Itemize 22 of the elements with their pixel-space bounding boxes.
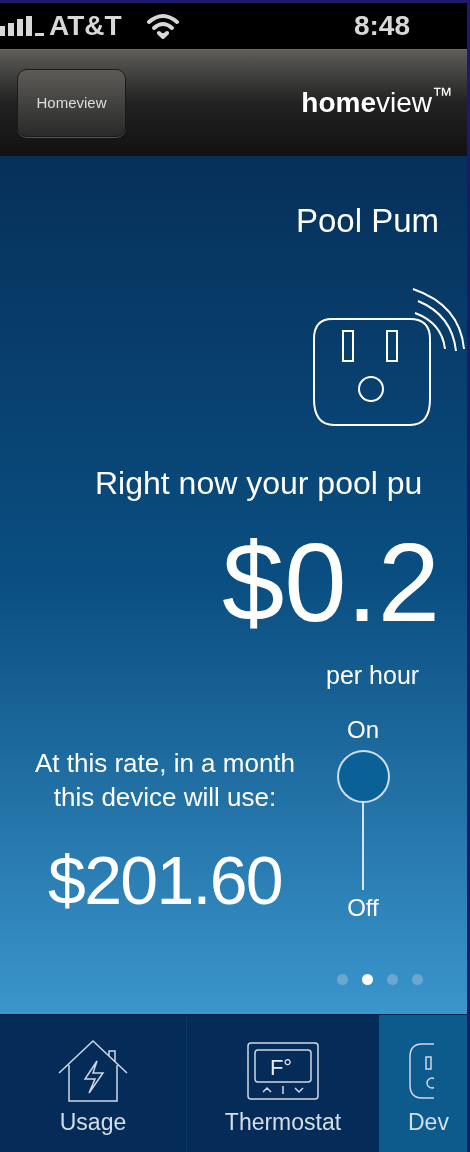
headline-text: Right now your pool pu bbox=[95, 467, 424, 499]
clock-time: 8:48 bbox=[353, 9, 410, 43]
house-lightning-icon bbox=[57, 1039, 129, 1103]
tab-item[interactable]: Dev bbox=[379, 1015, 467, 1152]
device-name: Pool Pum bbox=[296, 204, 441, 237]
tab-label: Thermostat bbox=[224, 1111, 342, 1134]
signal-icon bbox=[0, 16, 46, 36]
wifi-icon bbox=[145, 13, 180, 39]
off-label: Off bbox=[347, 896, 379, 920]
thermostat-icon: F° bbox=[247, 1042, 319, 1100]
on-label: On bbox=[347, 718, 379, 742]
tab-label: Dev bbox=[408, 1111, 449, 1134]
outlet-icon bbox=[408, 1043, 434, 1099]
power-switch[interactable] bbox=[336, 750, 390, 890]
monthly-cost: $201.60 bbox=[48, 846, 282, 914]
carrier-name: AT&T bbox=[49, 9, 122, 43]
rate-unit: per hour bbox=[326, 663, 421, 688]
app-logo: homeview$^{™}$ bbox=[301, 82, 453, 120]
monthly-label: At this rate, in a month this device will use: bbox=[33, 747, 297, 814]
tab-label: Usage bbox=[59, 1111, 127, 1134]
hourly-rate: $0.2 bbox=[222, 527, 441, 639]
back-button[interactable]: Homeview bbox=[17, 69, 126, 137]
